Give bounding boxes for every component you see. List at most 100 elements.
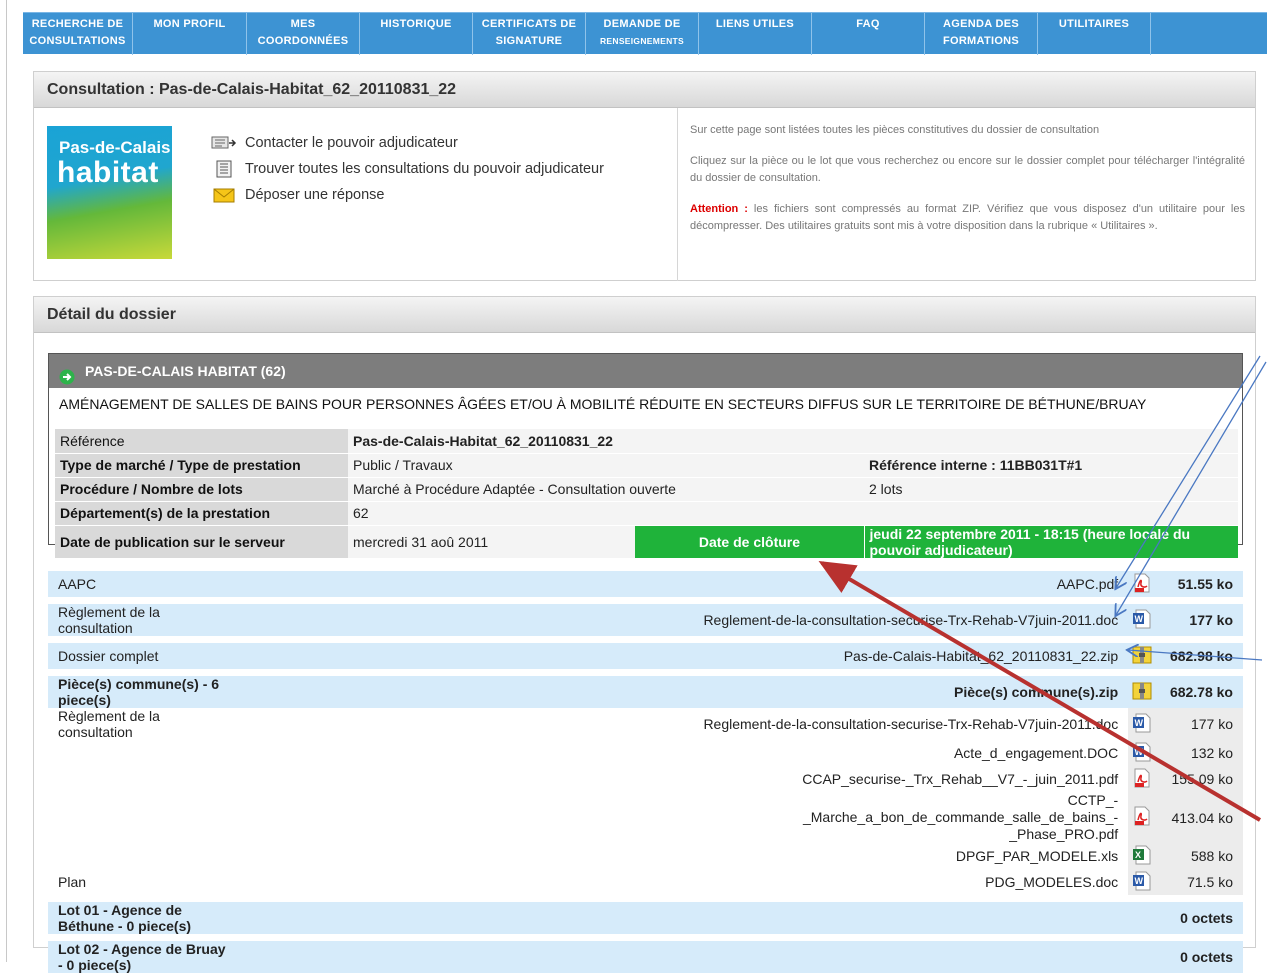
organization-name: PAS-DE-CALAIS HABITAT (62): [85, 363, 286, 379]
document-filename[interactable]: AAPC.pdf: [242, 571, 1129, 597]
nav-label: MON PROFIL: [153, 18, 226, 30]
organization-logo: Pas-de-Calais habitat: [47, 126, 172, 259]
consultation-panel: Consultation : Pas-de-Calais-Habitat_62_…: [33, 71, 1256, 281]
document-category: AAPC: [48, 571, 243, 597]
document-row[interactable]: DPGF_PAR_MODELE.xls X 588 ko: [48, 843, 1243, 869]
contact-buyer-link[interactable]: Contacter le pouvoir adjudicateur: [209, 130, 604, 156]
submit-response-link[interactable]: Déposer une réponse: [209, 182, 604, 208]
nav-label: HISTORIQUE: [380, 18, 452, 30]
document-row[interactable]: AAPC AAPC.pdf 51.55 ko: [48, 571, 1243, 597]
download-cell[interactable]: X: [1128, 843, 1157, 869]
document-filename[interactable]: Pas-de-Calais-Habitat_62_20110831_22.zip: [242, 643, 1129, 669]
reference-value: Pas-de-Calais-Habitat_62_20110831_22: [348, 429, 1238, 454]
document-filename[interactable]: CCTP_-_Marche_a_bon_de_commande_salle_de…: [242, 792, 1129, 843]
property-label: Type de marché / Type de prestation: [55, 453, 348, 478]
download-cell: [1128, 941, 1157, 973]
document-row[interactable]: Pièce(s) commune(s) - 6 piece(s) Pièce(s)…: [48, 676, 1243, 708]
download-cell[interactable]: [1128, 766, 1157, 792]
row-spacer: [48, 934, 1243, 941]
nav-label: CERTIFICATS DE: [481, 18, 577, 30]
page-left-border: [6, 0, 7, 962]
nav-agenda-formations[interactable]: AGENDA DES FORMATIONS: [925, 13, 1038, 55]
document-row[interactable]: CCTP_-_Marche_a_bon_de_commande_salle_de…: [48, 792, 1243, 843]
nav-label: RECHERCHE DE: [31, 18, 124, 30]
nav-label: CONSULTATIONS: [29, 35, 126, 47]
help-paragraph: Sur cette page sont listées toutes les p…: [690, 124, 1100, 136]
svg-text:W: W: [1135, 876, 1144, 886]
nav-label: COORDONNÉES: [257, 35, 349, 47]
document-size: 682.78 ko: [1156, 676, 1243, 708]
logo-text-line1: Pas-de-Calais: [59, 138, 171, 157]
type-value: Public / Travaux: [348, 453, 864, 478]
property-label: Département(s) de la prestation: [55, 501, 348, 526]
document-category: Plan: [48, 869, 243, 895]
document-row[interactable]: Lot 01 - Agence de Béthune - 0 piece(s) 0…: [48, 902, 1243, 934]
document-filename[interactable]: DPGF_PAR_MODELE.xls: [242, 843, 1129, 869]
download-cell[interactable]: W: [1128, 708, 1157, 740]
closing-date-label: Date de clôture: [635, 525, 865, 559]
nav-mes-coordonnees[interactable]: MES COORDONNÉES: [247, 13, 360, 55]
document-size: 155.09 ko: [1156, 766, 1243, 792]
nav-historique[interactable]: HISTORIQUE: [360, 13, 473, 55]
nav-demande-renseignements[interactable]: DEMANDE DE RENSEIGNEMENTS: [586, 13, 699, 55]
nav-label: DEMANDE DE: [603, 18, 681, 30]
find-consultations-link[interactable]: Trouver toutes les consultations du pouv…: [209, 156, 604, 182]
download-cell[interactable]: W: [1128, 740, 1157, 766]
document-category: Dossier complet: [48, 643, 243, 669]
document-size: 413.04 ko: [1156, 792, 1243, 843]
pdf-icon[interactable]: [1132, 806, 1152, 829]
nav-utilitaires[interactable]: UTILITAIRES: [1038, 13, 1151, 55]
download-cell[interactable]: W: [1128, 869, 1157, 895]
document-filename[interactable]: CCAP_securise-_Trx_Rehab__V7_-_juin_2011…: [242, 766, 1129, 792]
property-label: Procédure / Nombre de lots: [55, 477, 348, 502]
nav-label: MES: [290, 18, 316, 30]
document-size: 71.5 ko: [1156, 869, 1243, 895]
download-cell[interactable]: [1128, 676, 1157, 708]
property-label: Référence: [55, 429, 348, 454]
document-row[interactable]: Plan PDG_MODELES.doc W 71.5 ko: [48, 869, 1243, 895]
top-navigation: RECHERCHE DE CONSULTATIONS MON PROFIL MES…: [23, 12, 1267, 55]
nav-certificats-signature[interactable]: CERTIFICATS DE SIGNATURE: [473, 13, 586, 55]
document-filename[interactable]: Reglement-de-la-consultation-securise-Tr…: [242, 708, 1129, 740]
document-row[interactable]: Lot 02 - Agence de Bruay - 0 piece(s) 0 o…: [48, 941, 1243, 973]
nav-label: RENSEIGNEMENTS: [599, 36, 685, 46]
nav-label: AGENDA DES: [943, 18, 1019, 30]
download-cell[interactable]: [1128, 571, 1157, 597]
pdf-icon[interactable]: [1132, 573, 1152, 596]
action-label: Déposer une réponse: [245, 187, 385, 203]
nav-liens-utiles[interactable]: LIENS UTILES: [699, 13, 812, 55]
property-row: Procédure / Nombre de lots Marché à Proc…: [55, 477, 1238, 502]
zip-icon[interactable]: [1130, 681, 1154, 704]
nav-recherche-consultations[interactable]: RECHERCHE DE CONSULTATIONS: [23, 13, 133, 55]
excel-icon[interactable]: X: [1132, 845, 1152, 868]
document-row[interactable]: Dossier complet Pas-de-Calais-Habitat_62_…: [48, 643, 1243, 669]
svg-text:W: W: [1135, 718, 1144, 728]
document-row[interactable]: Règlement de la consultation Reglement-de…: [48, 604, 1243, 636]
word-icon[interactable]: W: [1132, 742, 1152, 765]
document-filename[interactable]: PDG_MODELES.doc: [242, 869, 1129, 895]
word-icon[interactable]: W: [1132, 609, 1152, 632]
download-cell[interactable]: W: [1128, 604, 1157, 636]
row-spacer: [48, 669, 1243, 676]
download-cell[interactable]: [1128, 792, 1157, 843]
pdf-icon[interactable]: [1132, 768, 1152, 791]
nav-mon-profil[interactable]: MON PROFIL: [133, 13, 247, 55]
document-row[interactable]: Règlement de la consultation Reglement-de…: [48, 708, 1243, 740]
word-icon[interactable]: W: [1132, 871, 1152, 894]
zip-icon[interactable]: [1130, 645, 1154, 668]
download-cell[interactable]: [1128, 643, 1157, 669]
document-row[interactable]: Acte_d_engagement.DOC W 132 ko: [48, 740, 1243, 766]
document-filename[interactable]: Acte_d_engagement.DOC: [242, 740, 1129, 766]
attention-text: les fichiers sont compressés au format Z…: [690, 203, 1245, 232]
department-value: 62: [348, 501, 1238, 526]
word-icon[interactable]: W: [1132, 713, 1152, 736]
document-filename[interactable]: Reglement-de-la-consultation-securise-Tr…: [242, 604, 1129, 636]
document-category: Pièce(s) commune(s) - 6 piece(s): [48, 676, 243, 708]
document-size: 682.98 ko: [1156, 643, 1243, 669]
dossier-properties: Référence Pas-de-Calais-Habitat_62_20110…: [55, 429, 1238, 559]
documents-table: AAPC AAPC.pdf 51.55 ko Règlement de la cons…: [48, 571, 1243, 973]
document-filename[interactable]: Pièce(s) commune(s).zip: [242, 676, 1129, 708]
property-row: Date de publication sur le serveur mercr…: [55, 525, 1238, 559]
nav-faq[interactable]: FAQ: [812, 13, 925, 55]
document-row[interactable]: CCAP_securise-_Trx_Rehab__V7_-_juin_2011…: [48, 766, 1243, 792]
